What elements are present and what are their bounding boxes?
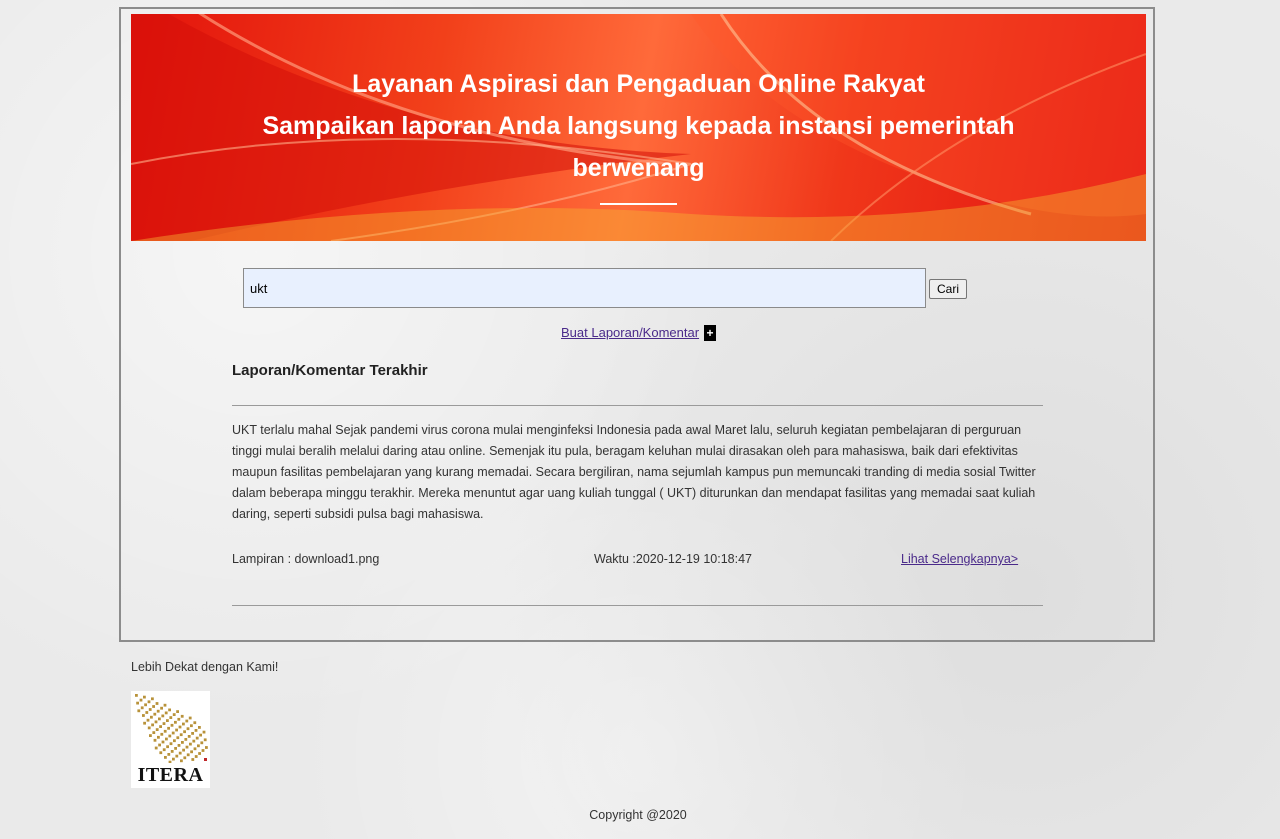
sumatra-map-icon (135, 694, 208, 763)
banner-title-line2: Sampaikan laporan Anda langsung kepada i… (262, 112, 1015, 140)
report-text: UKT terlalu mahal Sejak pandemi virus co… (232, 423, 1036, 521)
header-banner: Layanan Aspirasi dan Pengaduan Online Ra… (131, 14, 1146, 241)
search-button[interactable]: Cari (929, 279, 967, 299)
banner-title-line1: Layanan Aspirasi dan Pengaduan Online Ra… (352, 70, 925, 98)
copyright-text: Copyright @2020 (589, 808, 687, 822)
footer-tagline: Lebih Dekat dengan Kami! (131, 660, 279, 674)
itera-logo: ITERA (131, 691, 210, 788)
divider-bottom (232, 605, 1043, 606)
banner-title-line3: berwenang (572, 154, 705, 182)
logo-text: ITERA (137, 764, 204, 786)
search-input[interactable] (243, 268, 926, 308)
banner-heading: Layanan Aspirasi dan Pengaduan Online Ra… (131, 63, 1146, 189)
divider-top (232, 405, 1043, 406)
plus-icon[interactable]: + (704, 325, 716, 341)
create-report-link[interactable]: Buat Laporan/Komentar (561, 325, 699, 340)
report-detail-link[interactable]: Lihat Selengkapnya> (901, 552, 1018, 566)
banner-underline (600, 203, 677, 205)
report-time: Waktu :2020-12-19 10:18:47 (594, 552, 752, 566)
latest-reports-heading: Laporan/Komentar Terakhir (232, 362, 428, 379)
report-attachment: Lampiran : download1.png (232, 552, 380, 566)
